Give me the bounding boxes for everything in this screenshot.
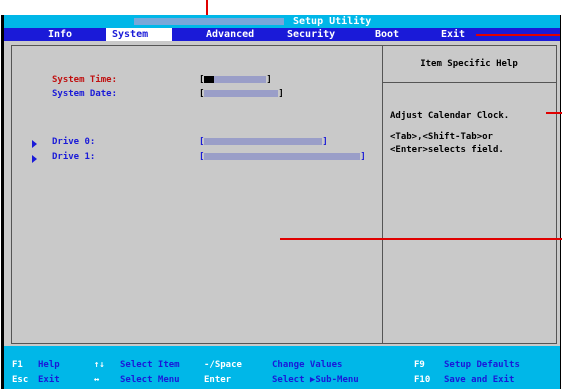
page-title: Setup Utility [293,16,372,27]
footer-f1: F1 [12,360,23,370]
footer-updown: ↑↓ [94,360,105,370]
help-line-1: Adjust Calendar Clock. [390,111,510,121]
footer-updown-text: Select Item [120,360,180,370]
help-header: Item Specific Help [382,46,556,83]
annotation-line-panel [280,238,562,240]
menu-exit[interactable]: Exit [435,28,471,41]
footer-f10: F10 [414,375,431,385]
footer-f10-text: Save and Exit [444,375,515,385]
menu-info[interactable]: Info [42,28,78,41]
drive0-value[interactable]: [] [199,137,328,147]
drive0-arrow-icon [32,140,37,148]
drive1-value[interactable]: [] [199,152,366,162]
menu-system[interactable]: System [106,28,172,41]
help-line-2: <Tab>,<Shift-Tab>or [390,132,493,142]
menu-boot[interactable]: Boot [369,28,405,41]
footer-leftright-text: Select Menu [120,375,180,385]
menu-security[interactable]: Security [281,28,341,41]
help-panel: Item Specific Help Adjust Calendar Clock… [382,45,557,344]
system-time-value[interactable]: [] [199,75,272,85]
footer-space-text: Change Values [272,360,343,370]
drive1-arrow-icon [32,155,37,163]
system-date-label: System Date: [52,89,118,99]
footer-esc-text: Exit [38,375,60,385]
drive1-label[interactable]: Drive 1: [52,152,95,162]
footer-enter-text: Select ▶Sub-Menu [272,375,359,385]
settings-panel: System Time: [] System Date: [] Drive 0:… [11,45,383,344]
drive0-label[interactable]: Drive 0: [52,137,95,147]
annotation-line-help [546,112,562,114]
title-redacted [134,18,284,25]
footer-f9-text: Setup Defaults [444,360,520,370]
footer-f1-text: Help [38,360,60,370]
annotation-line-exit [476,34,560,36]
title-bar: Setup Utility [4,15,560,28]
system-date-value[interactable]: [] [199,89,284,99]
footer-space: -/Space [204,360,242,370]
footer-f9: F9 [414,360,425,370]
menu-advanced[interactable]: Advanced [200,28,260,41]
footer-esc: Esc [12,375,29,385]
footer-keys: F1 Help ↑↓ Select Item -/Space Change Va… [4,346,560,389]
footer-enter: Enter [204,375,232,385]
system-time-label: System Time: [52,75,118,85]
help-line-3: <Enter>selects field. [390,145,504,155]
footer-leftright: ↔ [94,375,100,385]
main-body: System Time: [] System Date: [] Drive 0:… [4,41,560,346]
